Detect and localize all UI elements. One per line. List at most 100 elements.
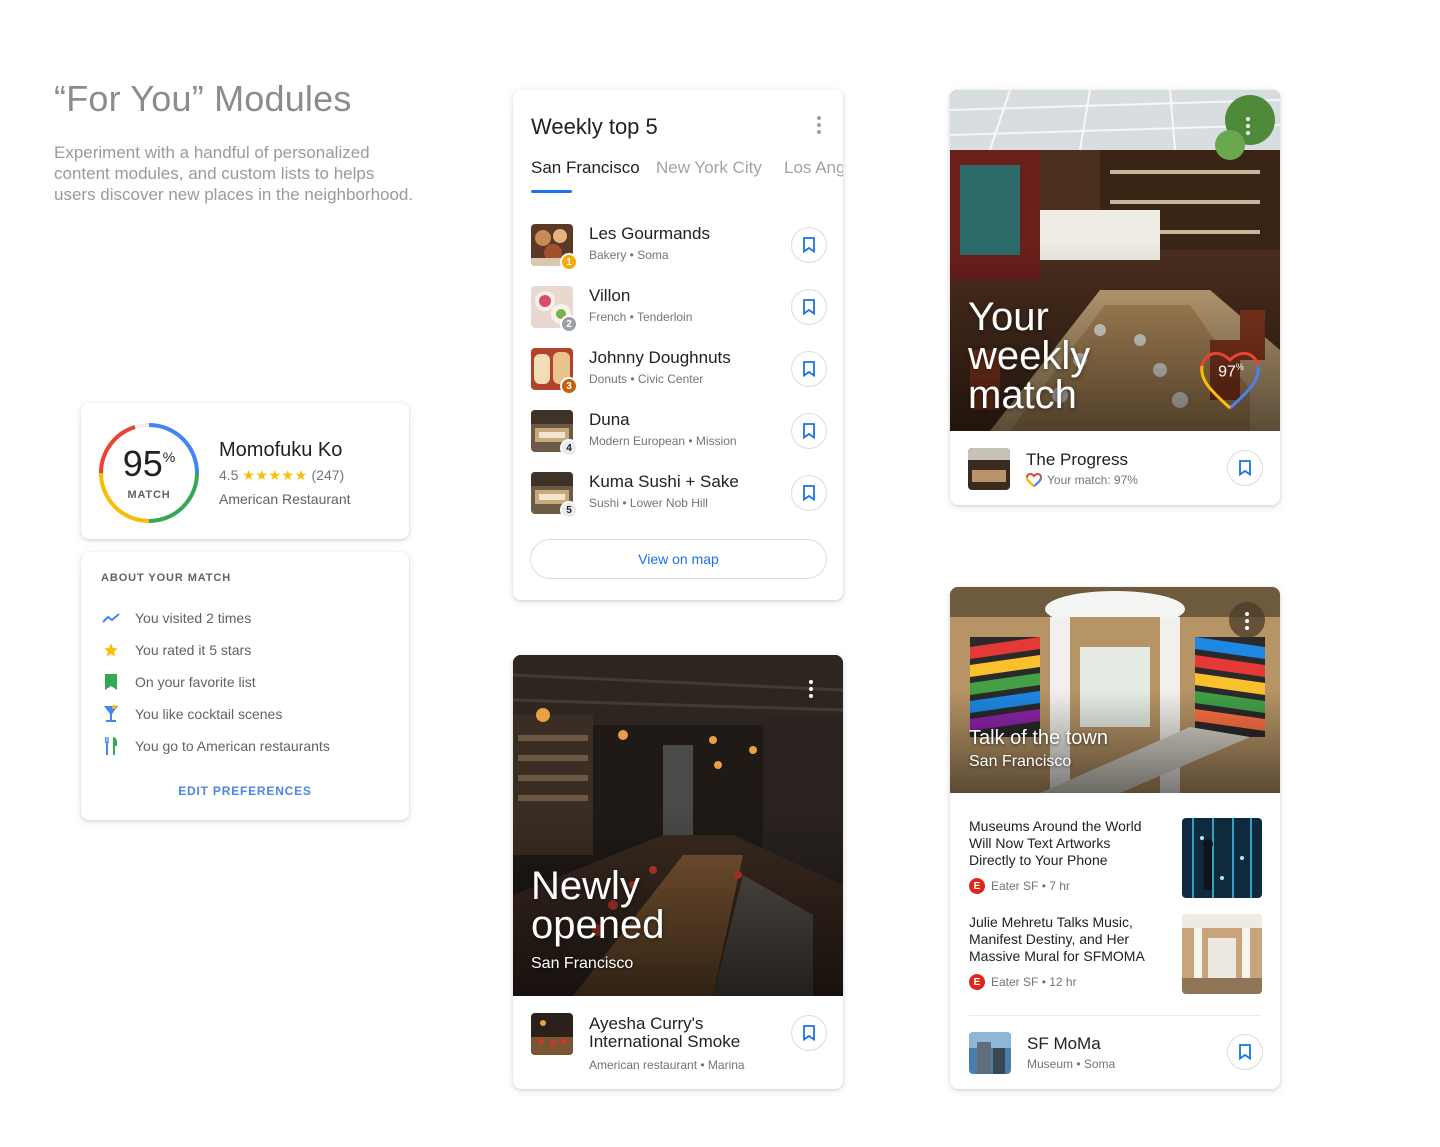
view-on-map-button[interactable]: View on map bbox=[530, 539, 827, 579]
news-time: 12 hr bbox=[1049, 975, 1077, 989]
hero-image: Newly opened San Francisco bbox=[513, 655, 843, 996]
more-options-icon[interactable] bbox=[1237, 611, 1257, 631]
rank-badge: 1 bbox=[560, 253, 578, 271]
news-thumbnail bbox=[1182, 818, 1262, 898]
bookmark-icon bbox=[803, 361, 815, 377]
place-subtitle: Modern European • Mission bbox=[589, 434, 737, 448]
hero-title-line: Newly bbox=[531, 864, 640, 908]
newly-opened-card[interactable]: Newly opened San Francisco Ayesha Curry'… bbox=[513, 655, 843, 1089]
place-name[interactable]: Momofuku Ko bbox=[219, 439, 342, 462]
hero-title-line: opened bbox=[531, 903, 665, 947]
place-thumbnail bbox=[968, 448, 1010, 490]
star-icon bbox=[101, 640, 121, 660]
talk-of-the-town-card[interactable]: Talk of the town San Francisco Museums A… bbox=[950, 587, 1280, 1089]
star-rating-icon: ★★★★★ bbox=[242, 467, 308, 483]
eater-logo-icon: E bbox=[969, 878, 985, 894]
news-time: 7 hr bbox=[1049, 879, 1070, 893]
save-bookmark-button[interactable] bbox=[791, 289, 827, 325]
match-ring: 95% MATCH bbox=[97, 421, 201, 525]
place-name: Les Gourmands bbox=[589, 224, 710, 243]
save-bookmark-button[interactable] bbox=[1227, 450, 1263, 486]
place-name: Ayesha Curry's International Smoke bbox=[589, 1015, 740, 1051]
match-percent: 95% bbox=[122, 443, 176, 484]
match-score: Your match: 97% bbox=[1026, 473, 1138, 487]
news-title[interactable]: Julie Mehretu Talks Music, Manifest Dest… bbox=[969, 914, 1155, 965]
news-item[interactable]: Museums Around the World Will Now Text A… bbox=[969, 818, 1262, 900]
list-item[interactable]: 4 Duna Modern European • Mission bbox=[531, 410, 831, 460]
rank-badge: 4 bbox=[560, 439, 578, 457]
bookmark-icon bbox=[1239, 1044, 1251, 1060]
about-item-text: On your favorite list bbox=[135, 674, 256, 690]
rating-value: 4.5 bbox=[219, 467, 239, 483]
place-name: The Progress bbox=[1026, 450, 1129, 469]
cocktail-icon bbox=[101, 704, 121, 724]
more-options-icon[interactable] bbox=[1238, 116, 1258, 136]
bookmark-icon bbox=[803, 299, 815, 315]
bookmark-icon bbox=[803, 237, 815, 253]
about-item: You go to American restaurants bbox=[101, 736, 330, 756]
page-description: Experiment with a handful of personalize… bbox=[54, 143, 414, 204]
bookmark-icon bbox=[803, 423, 815, 439]
weekly-top5-card: Weekly top 5 San Francisco New York City… bbox=[513, 90, 843, 600]
save-bookmark-button[interactable] bbox=[1227, 1034, 1263, 1070]
save-bookmark-button[interactable] bbox=[791, 227, 827, 263]
place-subtitle: Sushi • Lower Nob Hill bbox=[589, 496, 708, 510]
hero-title: Newly opened bbox=[531, 864, 665, 947]
about-item: On your favorite list bbox=[101, 672, 256, 692]
about-heading: ABOUT YOUR MATCH bbox=[101, 572, 232, 584]
more-options-icon[interactable] bbox=[809, 115, 829, 135]
hero-title: Talk of the town bbox=[969, 727, 1108, 749]
list-item[interactable]: 5 Kuma Sushi + Sake Sushi • Lower Nob Hi… bbox=[531, 472, 831, 522]
news-title[interactable]: Museums Around the World Will Now Text A… bbox=[969, 818, 1155, 869]
about-match-card: ABOUT YOUR MATCH You visited 2 times You… bbox=[81, 552, 409, 820]
active-tab-indicator bbox=[531, 190, 572, 193]
hero-image: Your weekly match 97% bbox=[950, 90, 1280, 431]
place-subtitle: Bakery • Soma bbox=[589, 248, 669, 262]
match-label: MATCH bbox=[127, 489, 171, 501]
place-category: American Restaurant bbox=[219, 491, 351, 507]
bookmark-icon bbox=[1239, 460, 1251, 476]
weekly-match-card[interactable]: Your weekly match 97% The Progress Your … bbox=[950, 90, 1280, 505]
rank-badge: 2 bbox=[560, 315, 578, 333]
edit-preferences-button[interactable]: EDIT PREFERENCES bbox=[81, 784, 409, 798]
about-item-text: You go to American restaurants bbox=[135, 738, 330, 754]
hero-title-line: weekly bbox=[968, 334, 1091, 378]
save-bookmark-button[interactable] bbox=[791, 351, 827, 387]
more-options-icon[interactable] bbox=[801, 679, 821, 699]
hero-location: San Francisco bbox=[969, 753, 1072, 770]
trend-line-icon bbox=[101, 608, 121, 628]
list-item[interactable]: 1 Les Gourmands Bakery • Soma bbox=[531, 224, 831, 274]
place-thumbnail bbox=[969, 1032, 1011, 1074]
save-bookmark-button[interactable] bbox=[791, 1015, 827, 1051]
place-name-line: International Smoke bbox=[589, 1032, 741, 1051]
news-thumbnail bbox=[1182, 914, 1262, 994]
list-item[interactable]: 3 Johnny Doughnuts Donuts • Civic Center bbox=[531, 348, 831, 398]
divider bbox=[969, 1015, 1261, 1016]
bookmark-icon bbox=[803, 485, 815, 501]
tab-los-angeles[interactable]: Los Angeles bbox=[784, 158, 843, 178]
about-item-text: You rated it 5 stars bbox=[135, 642, 252, 658]
about-item-text: You visited 2 times bbox=[135, 610, 252, 626]
place-subtitle: Donuts • Civic Center bbox=[589, 372, 704, 386]
tab-san-francisco[interactable]: San Francisco bbox=[531, 158, 640, 178]
review-count: (247) bbox=[311, 467, 345, 483]
save-bookmark-button[interactable] bbox=[791, 475, 827, 511]
about-item: You rated it 5 stars bbox=[101, 640, 251, 660]
news-source: E Eater SF • 12 hr bbox=[969, 974, 1077, 990]
place-rating: 4.5 ★★★★★ (247) bbox=[219, 467, 344, 484]
place-name-line: Ayesha Curry's bbox=[589, 1014, 704, 1033]
page-title: “For You” Modules bbox=[54, 78, 352, 119]
list-item[interactable]: 2 Villon French • Tenderloin bbox=[531, 286, 831, 336]
place-name: SF MoMa bbox=[1027, 1034, 1101, 1053]
news-item[interactable]: Julie Mehretu Talks Music, Manifest Dest… bbox=[969, 914, 1262, 996]
news-source-name: Eater SF bbox=[991, 975, 1039, 989]
news-source-name: Eater SF bbox=[991, 879, 1039, 893]
utensils-icon bbox=[101, 736, 121, 756]
hero-location: San Francisco bbox=[531, 955, 634, 972]
card-title: Weekly top 5 bbox=[531, 114, 658, 139]
tab-new-york-city[interactable]: New York City bbox=[656, 158, 762, 178]
place-subtitle: French • Tenderloin bbox=[589, 310, 693, 324]
match-card[interactable]: 95% MATCH Momofuku Ko 4.5 ★★★★★ (247) Am… bbox=[81, 403, 409, 539]
save-bookmark-button[interactable] bbox=[791, 413, 827, 449]
rank-badge: 3 bbox=[560, 377, 578, 395]
